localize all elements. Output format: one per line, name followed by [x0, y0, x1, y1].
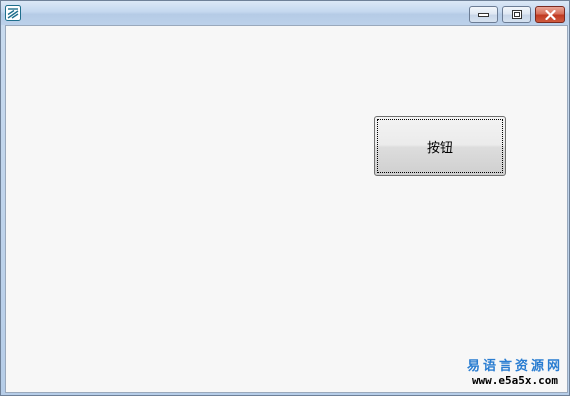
push-button[interactable]: 按钮: [374, 116, 506, 176]
app-logo-icon[interactable]: [5, 5, 21, 21]
client-area: 按钮 易语言资源网 www.e5a5x.com: [5, 25, 568, 393]
watermark-site-name: 易语言资源网: [466, 359, 563, 374]
close-button[interactable]: [535, 6, 565, 23]
watermark: 易语言资源网 www.e5a5x.com: [467, 360, 563, 388]
minimize-button[interactable]: [469, 6, 498, 23]
maximize-button[interactable]: [502, 6, 531, 23]
close-icon: [544, 9, 556, 20]
title-bar[interactable]: [1, 1, 569, 25]
minimize-icon: [478, 12, 489, 17]
watermark-url: www.e5a5x.com: [471, 374, 559, 387]
app-window: 按钮 易语言资源网 www.e5a5x.com: [0, 0, 570, 396]
maximize-icon: [511, 10, 522, 19]
